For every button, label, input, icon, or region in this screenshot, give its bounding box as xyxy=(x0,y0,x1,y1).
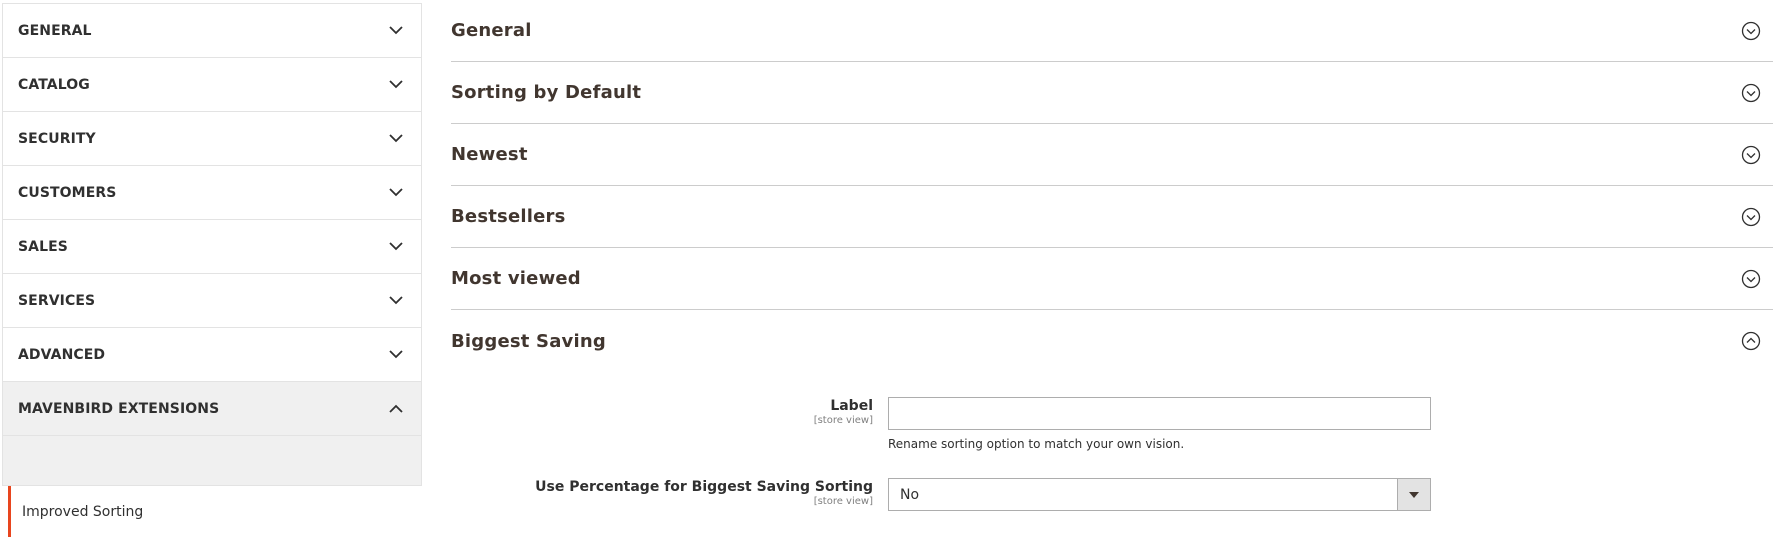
sidebar-item-general[interactable]: GENERAL xyxy=(2,3,422,57)
sidebar-item-label: ADVANCED xyxy=(18,346,106,363)
expand-circle-icon xyxy=(1741,269,1761,289)
label-field-label-wrap: Label [store view] xyxy=(451,398,873,426)
section-bestsellers[interactable]: Bestsellers xyxy=(451,186,1773,248)
sidebar-item-security[interactable]: SECURITY xyxy=(2,111,422,165)
section-title: Most viewed xyxy=(451,268,581,289)
sidebar-item-label: SALES xyxy=(18,238,68,255)
label-field-scope: [store view] xyxy=(813,415,873,426)
sidebar-item-services[interactable]: SERVICES xyxy=(2,273,422,327)
sidebar-item-catalog[interactable]: CATALOG xyxy=(2,57,422,111)
dropdown-arrow-icon[interactable] xyxy=(1397,479,1430,510)
sidebar-item-label: GENERAL xyxy=(18,22,92,39)
percentage-field-label: Use Percentage for Biggest Saving Sortin… xyxy=(535,479,873,495)
chevron-up-icon xyxy=(389,402,403,416)
expand-circle-icon xyxy=(1741,83,1761,103)
section-sorting-by-default[interactable]: Sorting by Default xyxy=(451,62,1773,124)
config-main: General Sorting by Default Newest Bestse… xyxy=(451,0,1773,372)
chevron-down-icon xyxy=(389,348,403,362)
config-sidebar: GENERAL CATALOG SECURITY CUSTOMERS SALES… xyxy=(2,3,422,537)
sidebar-subitem-label: Improved Sorting xyxy=(22,504,144,520)
active-indicator xyxy=(8,486,11,537)
chevron-down-icon xyxy=(389,186,403,200)
sidebar-item-label: CATALOG xyxy=(18,76,90,93)
section-title: Sorting by Default xyxy=(451,82,642,103)
sidebar-item-label: CUSTOMERS xyxy=(18,184,117,201)
section-title: Biggest Saving xyxy=(451,330,606,352)
expand-circle-icon xyxy=(1741,207,1761,227)
sidebar-item-label: MAVENBIRD EXTENSIONS xyxy=(18,400,220,417)
percentage-field-label-wrap: Use Percentage for Biggest Saving Sortin… xyxy=(451,479,873,507)
label-field-label: Label xyxy=(830,398,873,414)
chevron-down-icon xyxy=(389,132,403,146)
percentage-field-scope: [store view] xyxy=(813,496,873,507)
expand-circle-icon xyxy=(1741,145,1761,165)
chevron-down-icon xyxy=(389,294,403,308)
sidebar-item-advanced[interactable]: ADVANCED xyxy=(2,327,422,381)
section-most-viewed[interactable]: Most viewed xyxy=(451,248,1773,310)
select-value: No xyxy=(900,486,920,503)
section-title: Bestsellers xyxy=(451,206,566,227)
section-biggest-saving[interactable]: Biggest Saving xyxy=(451,310,1773,372)
percentage-select[interactable]: No xyxy=(888,478,1431,511)
sidebar-item-mavenbird-extensions[interactable]: MAVENBIRD EXTENSIONS xyxy=(2,381,422,435)
label-field-note: Rename sorting option to match your own … xyxy=(888,437,1185,451)
collapse-circle-icon xyxy=(1741,331,1761,351)
expand-circle-icon xyxy=(1741,21,1761,41)
sidebar-submenu-spacer xyxy=(2,435,422,486)
section-general[interactable]: General xyxy=(451,0,1773,62)
sidebar-item-label: SERVICES xyxy=(18,292,96,309)
section-title: Newest xyxy=(451,144,528,165)
sidebar-item-label: SECURITY xyxy=(18,130,96,147)
sidebar-subitem-improved-sorting[interactable]: Improved Sorting xyxy=(2,486,422,537)
chevron-down-icon xyxy=(389,24,403,38)
sidebar-item-customers[interactable]: CUSTOMERS xyxy=(2,165,422,219)
sidebar-item-sales[interactable]: SALES xyxy=(2,219,422,273)
chevron-down-icon xyxy=(389,240,403,254)
chevron-down-icon xyxy=(389,78,403,92)
label-input[interactable] xyxy=(888,397,1431,430)
section-newest[interactable]: Newest xyxy=(451,124,1773,186)
section-title: General xyxy=(451,20,532,41)
